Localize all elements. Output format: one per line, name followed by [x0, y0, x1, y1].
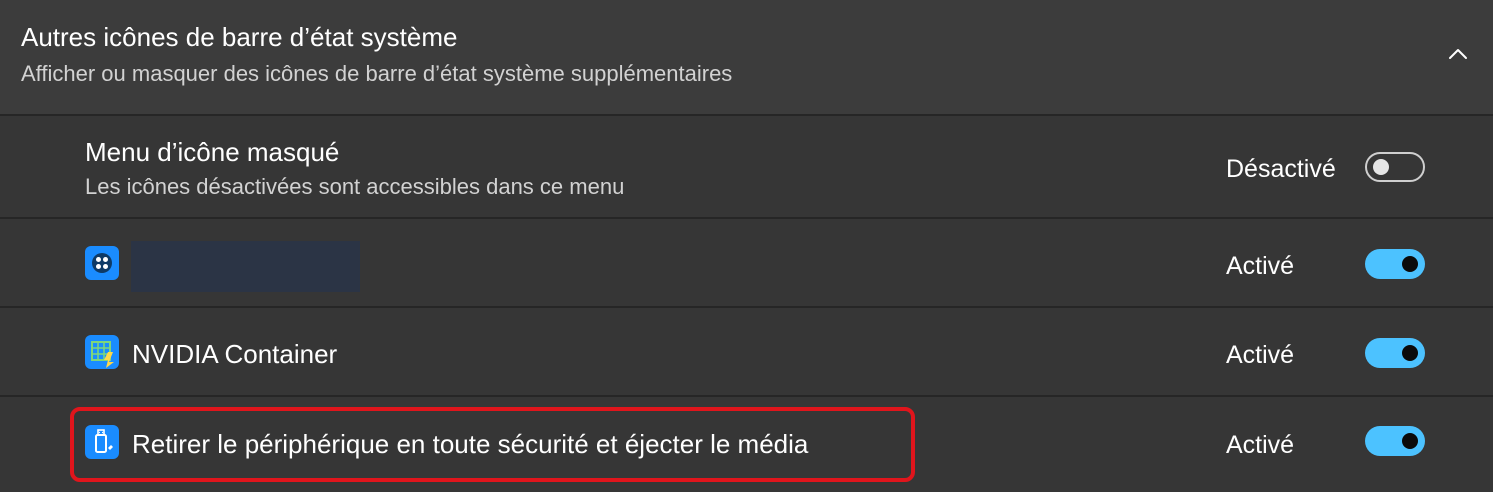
highlight-annotation [70, 407, 915, 482]
redacted-app-name [131, 241, 360, 292]
section-subtitle: Afficher ou masquer des icônes de barre … [21, 61, 733, 86]
app-blue-icon [85, 246, 119, 280]
safely-remove-toggle[interactable] [1365, 426, 1425, 456]
nvidia-container-icon [85, 335, 119, 369]
section-header[interactable]: Autres icônes de barre d’état système Af… [0, 0, 1493, 114]
row-title: NVIDIA Container [132, 339, 338, 369]
toggle-state-label: Désactivé [1226, 155, 1336, 183]
toggle-knob [1402, 345, 1418, 361]
row-subtitle: Les icônes désactivées sont accessibles … [85, 174, 625, 199]
row-title: Menu d’icône masqué [85, 137, 340, 167]
toggle-state-label: Activé [1226, 431, 1295, 459]
toggle-knob [1402, 433, 1418, 449]
settings-panel: Autres icônes de barre d’état système Af… [0, 0, 1493, 492]
row-nvidia-container: NVIDIA Container Activé [0, 308, 1493, 395]
toggle-state-label: Activé [1226, 341, 1295, 369]
app-toggle[interactable] [1365, 249, 1425, 279]
nvidia-container-toggle[interactable] [1365, 338, 1425, 368]
toggle-state-label: Activé [1226, 252, 1295, 280]
toggle-knob [1402, 256, 1418, 272]
row-hidden-icon-menu: Menu d’icône masqué Les icônes désactivé… [0, 116, 1493, 217]
hidden-menu-toggle[interactable] [1365, 152, 1425, 182]
chevron-up-icon[interactable] [1444, 40, 1472, 68]
section-title: Autres icônes de barre d’état système [21, 22, 458, 52]
toggle-knob [1373, 159, 1389, 175]
